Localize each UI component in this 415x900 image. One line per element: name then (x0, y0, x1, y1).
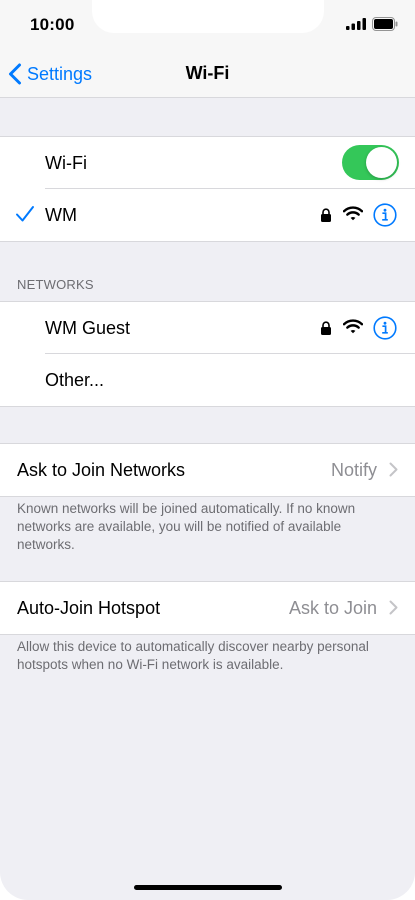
lock-icon (321, 321, 331, 335)
checkmark-icon (16, 206, 34, 222)
connected-network-name: WM (45, 204, 77, 225)
cellular-signal-icon (346, 18, 366, 30)
ask-to-join-label: Ask to Join Networks (17, 459, 186, 480)
ask-to-join-row[interactable]: Ask to Join Networks Notify (0, 444, 415, 496)
chevron-right-icon (389, 462, 398, 477)
wifi-toggle-row: Wi-Fi (0, 137, 415, 189)
wifi-group: Wi-Fi WM (0, 136, 415, 242)
auto-join-group: Auto-Join Hotspot Ask to Join (0, 581, 415, 635)
status-time: 10:00 (30, 15, 75, 34)
auto-join-footer: Allow this device to automatically disco… (17, 639, 369, 672)
auto-join-label: Auto-Join Hotspot (17, 597, 161, 618)
status-bar: 10:00 (0, 0, 415, 50)
info-icon[interactable] (373, 203, 397, 227)
ask-to-join-value: Notify (330, 459, 377, 480)
auto-join-row[interactable]: Auto-Join Hotspot Ask to Join (0, 582, 415, 634)
connected-network-row[interactable]: WM (0, 189, 415, 241)
ask-to-join-group: Ask to Join Networks Notify (0, 443, 415, 497)
phone-screen: 10:00 Settings Wi-Fi Wi-Fi WM NETWORKS W… (0, 0, 415, 900)
wifi-signal-icon (343, 319, 363, 334)
info-icon[interactable] (373, 316, 397, 340)
wifi-toggle-label: Wi-Fi (45, 152, 87, 173)
battery-icon (372, 17, 398, 31)
ask-to-join-footer: Known networks will be joined automatica… (17, 501, 356, 552)
lock-icon (321, 208, 331, 222)
networks-section-header: NETWORKS (17, 277, 94, 292)
network-name: Other... (45, 369, 105, 390)
networks-group: WM Guest Other... (0, 301, 415, 407)
toggle-knob (366, 147, 397, 178)
navigation-bar: Settings Wi-Fi (0, 50, 415, 98)
chevron-right-icon (389, 600, 398, 615)
page-title: Wi-Fi (185, 63, 230, 83)
network-row-wm-guest[interactable]: WM Guest (0, 302, 415, 354)
notch (92, 0, 324, 33)
home-indicator[interactable] (134, 885, 282, 890)
wifi-toggle[interactable] (342, 145, 399, 180)
wifi-signal-icon (343, 206, 363, 221)
auto-join-value: Ask to Join (288, 597, 377, 618)
network-row-other[interactable]: Other... (0, 354, 415, 406)
network-name: WM Guest (45, 317, 131, 338)
